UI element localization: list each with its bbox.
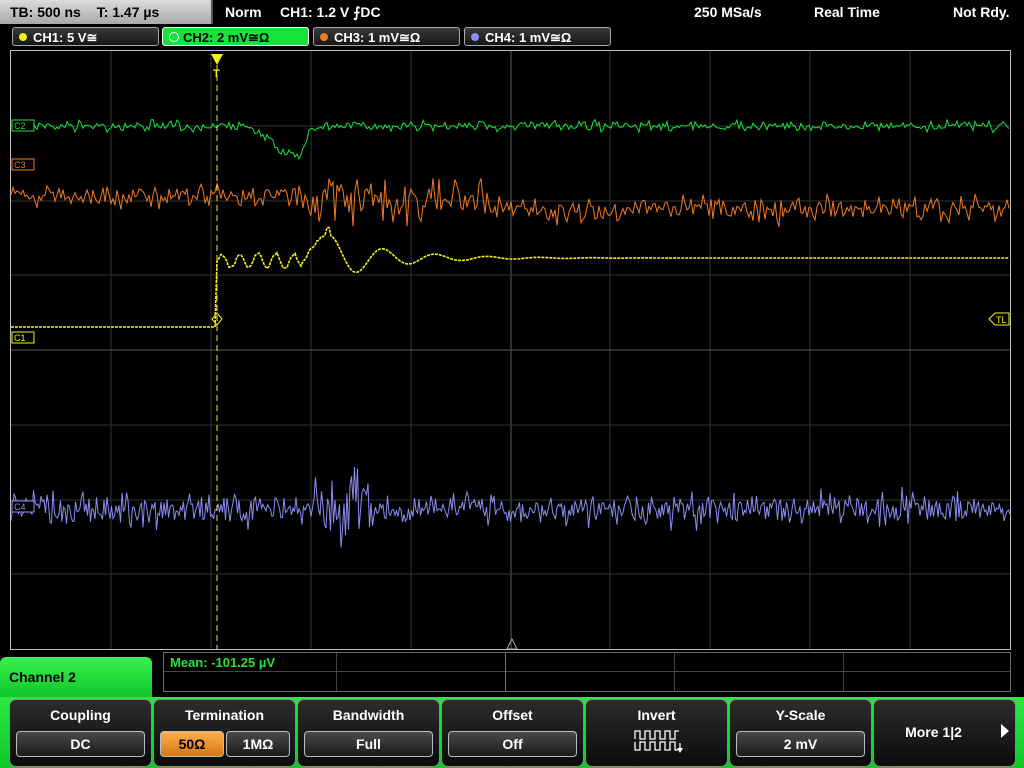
termination-50-ohm-option[interactable]: 50Ω bbox=[160, 731, 224, 757]
channel-1-waveform bbox=[11, 226, 1009, 328]
trigger-mode[interactable]: Norm bbox=[225, 0, 262, 24]
offset-value[interactable]: Off bbox=[448, 731, 577, 757]
channel-1-marker-label: C1 bbox=[14, 333, 26, 343]
trigger-level-marker[interactable]: TL bbox=[988, 312, 1010, 326]
timebase-box[interactable]: TB: 500 ns T: 1.47 µs bbox=[0, 0, 213, 24]
coupling-title: Coupling bbox=[50, 707, 111, 723]
channel-tabs: CH1: 5 V≅ CH2: 2 mV≅Ω CH3: 1 mV≅Ω CH4: 1… bbox=[0, 26, 1024, 48]
more-label: More 1|2 bbox=[905, 724, 962, 740]
measurement-divider bbox=[336, 653, 337, 691]
channel-3-marker-label: C3 bbox=[14, 160, 26, 170]
channel-2-waveform bbox=[11, 118, 1010, 161]
channel-3-color-dot bbox=[320, 33, 328, 41]
status-bar: TB: 500 ns T: 1.47 µs Norm CH1: 1.2 V ⨍D… bbox=[0, 0, 1024, 24]
channel-2-offset-marker[interactable]: C2 bbox=[11, 119, 35, 132]
channel-4-label: CH4: 1 mV≅Ω bbox=[485, 30, 572, 45]
measurement-divider bbox=[843, 653, 844, 691]
channel-2-tab[interactable]: CH2: 2 mV≅Ω bbox=[162, 27, 309, 46]
trigger-marker-label: T bbox=[213, 68, 220, 80]
more-softkey[interactable]: More 1|2 bbox=[873, 699, 1016, 767]
sample-rate: 250 MSa/s bbox=[694, 4, 762, 20]
trigger-level-label: TL bbox=[996, 315, 1007, 325]
waveform-canvas: T C2 C3 C1 C4 TL bbox=[11, 51, 1010, 649]
y-scale-title: Y-Scale bbox=[775, 707, 826, 723]
measurement-divider bbox=[505, 653, 506, 691]
bandwidth-title: Bandwidth bbox=[332, 707, 405, 723]
graticule bbox=[11, 51, 1010, 649]
coupling-value[interactable]: DC bbox=[16, 731, 145, 757]
timebase-value: TB: 500 ns bbox=[10, 4, 81, 20]
acquisition-mode: Real Time bbox=[814, 4, 880, 20]
chevron-right-icon bbox=[1001, 724, 1009, 738]
offset-softkey[interactable]: Offset Off bbox=[441, 699, 584, 767]
measurement-panel: Mean: -101.25 µV bbox=[163, 652, 1011, 692]
measurement-mean: Mean: -101.25 µV bbox=[170, 655, 276, 670]
termination-softkey[interactable]: Termination 50Ω 1MΩ bbox=[153, 699, 296, 767]
invert-title: Invert bbox=[637, 707, 676, 723]
y-scale-softkey[interactable]: Y-Scale 2 mV bbox=[729, 699, 872, 767]
termination-1-megaohm-option[interactable]: 1MΩ bbox=[226, 731, 290, 757]
bandwidth-softkey[interactable]: Bandwidth Full bbox=[297, 699, 440, 767]
channel-4-tab[interactable]: CH4: 1 mV≅Ω bbox=[464, 27, 611, 46]
trigger-info[interactable]: CH1: 1.2 V ⨍DC bbox=[280, 0, 381, 24]
channel-4-offset-marker[interactable]: C4 bbox=[11, 500, 35, 513]
termination-title: Termination bbox=[184, 707, 265, 723]
bandwidth-value[interactable]: Full bbox=[304, 731, 433, 757]
channel-3-waveform bbox=[11, 178, 1010, 227]
invert-softkey[interactable]: Invert bbox=[585, 699, 728, 767]
acquisition-state: Not Rdy. bbox=[953, 4, 1010, 20]
channel-3-tab[interactable]: CH3: 1 mV≅Ω bbox=[313, 27, 460, 46]
menu-title: Channel 2 bbox=[0, 657, 152, 697]
channel-4-color-dot bbox=[471, 33, 479, 41]
channel-3-offset-marker[interactable]: C3 bbox=[11, 158, 35, 171]
channel-2-marker-label: C2 bbox=[14, 121, 26, 131]
channel-1-tab[interactable]: CH1: 5 V≅ bbox=[12, 27, 159, 46]
y-scale-value[interactable]: 2 mV bbox=[736, 731, 865, 757]
trigger-time-value: T: 1.47 µs bbox=[96, 4, 160, 20]
channel-1-label: CH1: 5 V≅ bbox=[33, 30, 98, 45]
invert-waveform-icon bbox=[634, 730, 683, 753]
channel-4-marker-label: C4 bbox=[14, 502, 26, 512]
offset-title: Offset bbox=[492, 707, 533, 723]
channel-2-label: CH2: 2 mV≅Ω bbox=[183, 30, 270, 45]
horizontal-center-marker bbox=[506, 637, 518, 649]
waveform-display[interactable]: T C2 C3 C1 C4 TL bbox=[10, 50, 1011, 650]
channel-1-color-dot bbox=[19, 33, 27, 41]
coupling-softkey[interactable]: Coupling DC bbox=[9, 699, 152, 767]
channel-2-color-dot bbox=[169, 32, 179, 42]
channel-3-label: CH3: 1 mV≅Ω bbox=[334, 30, 421, 45]
measurement-divider bbox=[674, 653, 675, 691]
channel-1-offset-marker[interactable]: C1 bbox=[11, 331, 35, 344]
measurement-divider bbox=[164, 671, 1010, 672]
